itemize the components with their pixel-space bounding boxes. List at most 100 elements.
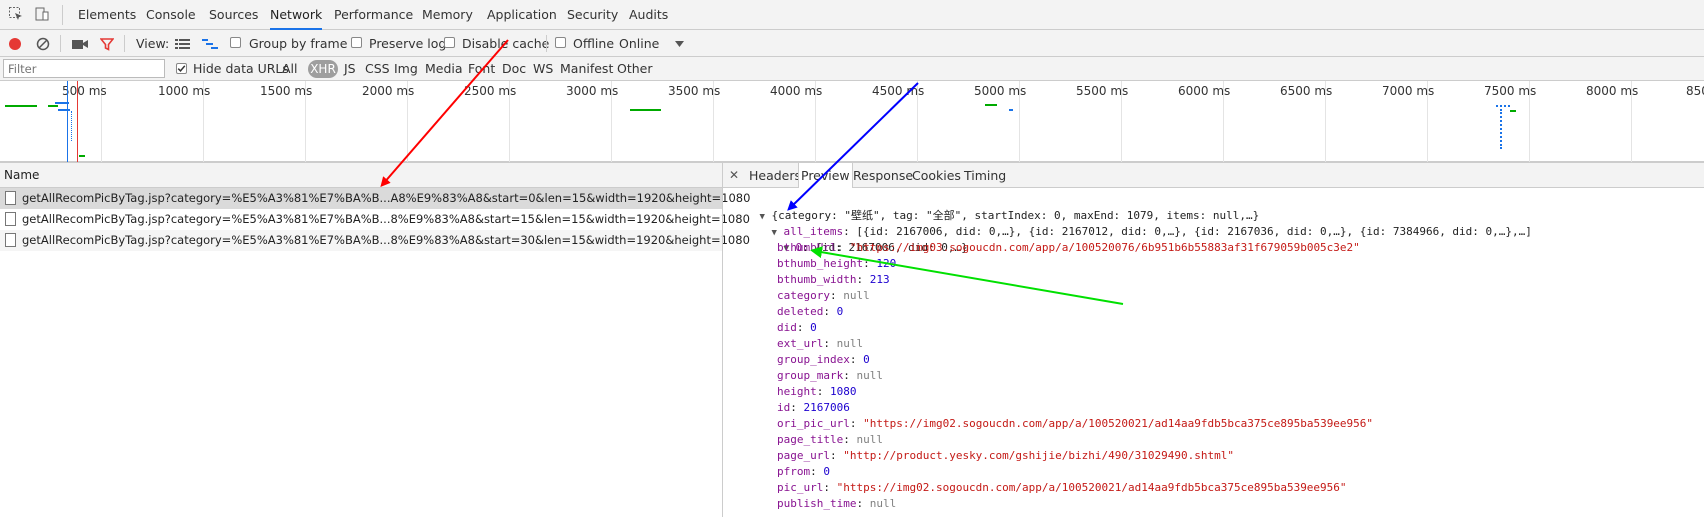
timeline-label: 850: [1686, 84, 1704, 98]
json-key: group_mark: [777, 369, 844, 382]
tab-sources[interactable]: Sources: [209, 0, 258, 30]
inspect-element-icon[interactable]: [8, 6, 24, 22]
json-prop-row: page_url: "http://product.yesky.com/gshi…: [777, 449, 1234, 462]
timeline-label: 6500 ms: [1280, 84, 1333, 98]
close-icon[interactable]: ✕: [729, 163, 739, 188]
throttle-select[interactable]: Online: [619, 30, 659, 57]
large-rows-icon[interactable]: [175, 38, 190, 50]
filter-type-js[interactable]: JS: [344, 57, 356, 81]
json-prop-row: deleted: 0: [777, 305, 844, 318]
timeline-bar: [1510, 110, 1516, 112]
json-key: category: [777, 289, 830, 302]
request-name: getAllRecomPicByTag.jsp?category=%E5%A3%…: [22, 191, 751, 205]
timeline-label: 500 ms: [62, 84, 107, 98]
filter-type-font[interactable]: Font: [468, 57, 495, 81]
timeline-bar: [5, 105, 37, 107]
record-icon[interactable]: [8, 37, 22, 51]
json-key: deleted: [777, 305, 824, 318]
group-by-frame-checkbox[interactable]: [230, 37, 241, 48]
device-toolbar-icon[interactable]: [34, 6, 50, 22]
json-value: "https://img02.sogoucdn.com/app/a/100520…: [863, 417, 1374, 430]
name-column-header[interactable]: Name: [0, 162, 723, 188]
request-name: getAllRecomPicByTag.jsp?category=%E5%A3%…: [22, 233, 750, 247]
tab-audits[interactable]: Audits: [629, 0, 668, 30]
timeline-bar: [1496, 105, 1510, 107]
json-key: id: [777, 401, 791, 414]
overview-waterfall-icon[interactable]: [202, 38, 218, 50]
filter-type-img[interactable]: Img: [394, 57, 418, 81]
hide-data-urls-checkbox[interactable]: [176, 63, 187, 74]
filter-type-other[interactable]: Other: [617, 57, 653, 81]
timeline-label: 7500 ms: [1484, 84, 1537, 98]
json-value: null: [836, 337, 864, 350]
clear-icon[interactable]: [36, 37, 50, 51]
json-prop-row: id: 2167006: [777, 401, 850, 414]
name-column-label: Name: [4, 168, 40, 182]
tab-console[interactable]: Console: [146, 0, 196, 30]
toolbar-separator: [60, 35, 61, 52]
json-preview: ▼ {category: "壁纸", tag: "全部", startIndex…: [723, 188, 1704, 517]
json-value: null: [856, 433, 883, 446]
filter-type-manifest[interactable]: Manifest: [560, 57, 613, 81]
json-prop-row: group_mark: null: [777, 369, 883, 382]
json-key: bthumbUrl: [777, 241, 837, 254]
tab-security[interactable]: Security: [567, 0, 618, 30]
json-prop-row: ori_pic_url: "https://img02.sogoucdn.com…: [777, 417, 1374, 430]
json-key: group_index: [777, 353, 850, 366]
tab-performance[interactable]: Performance: [334, 0, 413, 30]
json-value: 213: [869, 273, 890, 286]
capture-screenshots-icon[interactable]: [72, 38, 88, 50]
json-prop-row: group_index: 0: [777, 353, 870, 366]
timeline-bar: [985, 104, 997, 106]
timeline-dom-line: [67, 81, 68, 162]
filter-type-all[interactable]: All: [282, 57, 298, 81]
offline-label: Offline: [573, 36, 615, 51]
tab-preview[interactable]: Preview: [798, 163, 853, 188]
tab-response[interactable]: Response: [853, 163, 913, 188]
timeline-label: 4000 ms: [770, 84, 823, 98]
group-by-frame-label: Group by frame: [249, 36, 348, 51]
tab-headers[interactable]: Headers: [749, 163, 801, 188]
tab-cookies[interactable]: Cookies: [912, 163, 961, 188]
filter-type-ws[interactable]: WS: [533, 57, 553, 81]
tab-application[interactable]: Application: [487, 0, 557, 30]
tab-memory[interactable]: Memory: [422, 0, 473, 30]
request-row[interactable]: getAllRecomPicByTag.jsp?category=%E5%A3%…: [0, 188, 750, 209]
tab-network[interactable]: Network: [270, 0, 323, 30]
filter-type-css[interactable]: CSS: [365, 57, 390, 81]
json-prop-row: pic_url: "https://img02.sogoucdn.com/app…: [777, 481, 1347, 494]
json-key: ori_pic_url: [777, 417, 850, 430]
filter-type-doc[interactable]: Doc: [502, 57, 526, 81]
timeline-label: 1500 ms: [260, 84, 313, 98]
filter-type-xhr[interactable]: XHR: [308, 60, 338, 78]
filter-input[interactable]: [3, 59, 165, 78]
json-key: pfrom: [777, 465, 811, 478]
offline-checkbox[interactable]: [555, 37, 566, 48]
tab-timing[interactable]: Timing: [964, 163, 1006, 188]
json-prop-row: bthumb_width: 213: [777, 273, 890, 286]
json-prop-row: ext_url: null: [777, 337, 864, 350]
json-value: null: [856, 369, 883, 382]
tab-elements[interactable]: Elements: [78, 0, 136, 30]
json-value: "https://img03.sogoucdn.com/app/a/100520…: [849, 241, 1360, 254]
filter-type-media[interactable]: Media: [425, 57, 463, 81]
json-prop-row: height: 1080: [777, 385, 857, 398]
json-key: height: [777, 385, 817, 398]
preserve-log-checkbox[interactable]: [351, 37, 362, 48]
timeline-label: 2500 ms: [464, 84, 517, 98]
request-row[interactable]: getAllRecomPicByTag.jsp?category=%E5%A3%…: [0, 209, 750, 230]
timeline-label: 1000 ms: [158, 84, 211, 98]
document-icon: [5, 191, 16, 205]
json-value: 0: [823, 465, 830, 478]
hide-data-urls-label: Hide data URLs: [193, 61, 289, 76]
disable-cache-checkbox[interactable]: [444, 37, 455, 48]
filter-icon[interactable]: [100, 37, 114, 51]
timeline-load-line: [77, 81, 78, 162]
toolbar-separator: [546, 35, 547, 52]
chevron-down-icon[interactable]: [675, 41, 684, 47]
json-prop-row: bthumb_height: 120: [777, 257, 897, 270]
json-prop-row: publish_time: null: [777, 497, 897, 510]
request-row[interactable]: getAllRecomPicByTag.jsp?category=%E5%A3%…: [0, 230, 750, 251]
timeline-bar: [630, 109, 661, 111]
timeline-overview[interactable]: 500 ms 1000 ms 1500 ms 2000 ms 2500 ms 3…: [0, 81, 1704, 162]
